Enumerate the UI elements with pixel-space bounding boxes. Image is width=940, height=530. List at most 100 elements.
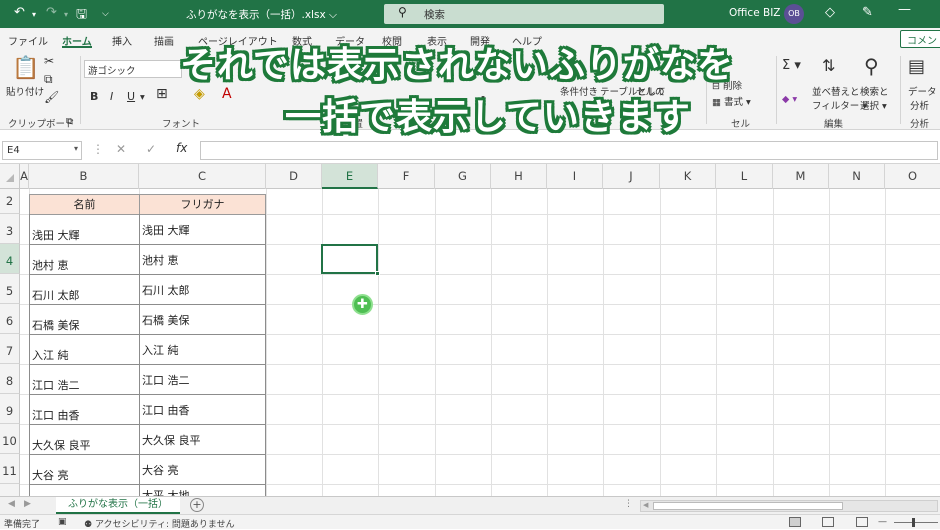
sheet-tabs-bar: ◀ ▶ ふりがな表示（一括） + ⋮ ◀ — [0, 496, 940, 514]
zoom-slider[interactable] — [894, 518, 938, 527]
insert-function-button[interactable]: fx — [176, 141, 187, 155]
table-border — [29, 454, 266, 455]
table-cell-name[interactable]: 大久保 良平 — [32, 437, 91, 453]
row-header-5[interactable]: 5 — [0, 274, 20, 304]
more-icon: ⋮ — [92, 142, 104, 156]
table-cell-name[interactable]: 池村 恵 — [32, 257, 69, 273]
gridline — [491, 189, 492, 497]
column-header-c[interactable]: C — [139, 164, 266, 189]
account-name[interactable]: Office BIZ — [729, 7, 780, 19]
formula-bar: E4 ▾ ⋮ ✕ ✓ fx — [0, 138, 940, 164]
header-furigana-cell[interactable]: フリガナ — [139, 194, 266, 215]
column-header-e[interactable]: E — [322, 164, 378, 189]
row-header-6[interactable]: 6 — [0, 304, 20, 334]
column-header-h[interactable]: H — [491, 164, 547, 189]
table-border — [29, 424, 266, 425]
column-header-n[interactable]: N — [829, 164, 885, 189]
save-icon[interactable]: 🖫 — [76, 5, 87, 27]
search-box[interactable]: ⚲ 検索 — [384, 4, 664, 24]
mouse-cursor-icon: ✚ — [352, 294, 373, 315]
gridline — [773, 189, 774, 497]
table-cell-furigana[interactable]: 大谷 亮 — [142, 462, 179, 478]
column-header-i[interactable]: I — [547, 164, 603, 189]
window-title[interactable]: ふりがなを表示（一括）.xlsx ⌵ — [186, 7, 337, 22]
customize-toolbar-icon[interactable]: ⌵ — [102, 9, 109, 19]
horizontal-scrollbar[interactable]: ◀ — [640, 500, 938, 512]
row-header-3[interactable]: 3 — [0, 214, 20, 244]
table-cell-furigana[interactable]: 池村 恵 — [142, 252, 179, 268]
enter-icon[interactable]: ✓ — [146, 142, 156, 156]
page-layout-view-icon[interactable] — [822, 517, 834, 527]
status-ready: 準備完了 — [4, 520, 41, 530]
more-icon[interactable]: ⋮ — [624, 499, 633, 509]
column-header-o[interactable]: O — [885, 164, 940, 189]
column-header-d[interactable]: D — [266, 164, 322, 189]
worksheet-grid[interactable]: A B C D E F G H I J K L M N O 2 3 4 5 6 … — [0, 164, 940, 497]
search-icon: ⚲ — [398, 5, 407, 19]
table-border — [29, 304, 266, 305]
normal-view-icon[interactable] — [789, 517, 801, 527]
gridline — [378, 189, 379, 497]
row-header-10[interactable]: 10 — [0, 424, 20, 454]
prev-sheet-icon[interactable]: ◀ — [8, 499, 15, 509]
scroll-left-icon[interactable]: ◀ — [643, 501, 648, 509]
column-header-f[interactable]: F — [378, 164, 435, 189]
undo-icon[interactable]: ↶ — [14, 5, 25, 20]
table-cell-name[interactable]: 江口 由香 — [32, 407, 80, 423]
row-header-2[interactable]: 2 — [0, 189, 20, 214]
table-cell-name[interactable]: 浅田 大輝 — [32, 227, 80, 243]
column-header-g[interactable]: G — [435, 164, 491, 189]
row-header-11[interactable]: 11 — [0, 454, 20, 484]
zoom-out-icon[interactable]: — — [878, 517, 887, 527]
row-header-7[interactable]: 7 — [0, 334, 20, 364]
pen-icon[interactable]: ✎ — [862, 5, 873, 20]
name-box[interactable]: E4 ▾ — [2, 141, 82, 160]
select-all-button[interactable] — [0, 164, 20, 189]
table-cell-name[interactable]: 石川 太郎 — [32, 287, 80, 303]
table-cell-name[interactable]: 石橋 美保 — [32, 317, 80, 333]
add-sheet-icon[interactable]: + — [190, 498, 204, 512]
sheet-tab[interactable]: ふりがな表示（一括） — [56, 497, 180, 514]
next-sheet-icon[interactable]: ▶ — [24, 499, 31, 509]
gridline — [885, 189, 886, 497]
formula-input[interactable] — [200, 141, 938, 160]
column-header-a[interactable]: A — [20, 164, 29, 189]
page-break-view-icon[interactable] — [856, 517, 868, 527]
row-header-8[interactable]: 8 — [0, 364, 20, 394]
table-cell-furigana[interactable]: 浅田 大輝 — [142, 222, 190, 238]
column-header-j[interactable]: J — [603, 164, 660, 189]
table-cell-furigana[interactable]: 入江 純 — [142, 342, 179, 358]
table-border — [29, 484, 266, 485]
gridline — [322, 189, 323, 497]
table-cell-name[interactable]: 入江 純 — [32, 347, 69, 363]
chevron-down-icon[interactable]: ▾ — [64, 10, 68, 19]
table-border — [29, 244, 266, 245]
table-cell-furigana[interactable]: 石川 太郎 — [142, 282, 190, 298]
table-cell-name[interactable]: 江口 浩二 — [32, 377, 80, 393]
column-header-m[interactable]: M — [773, 164, 829, 189]
table-cell-furigana[interactable]: 石橋 美保 — [142, 312, 190, 328]
column-header-k[interactable]: K — [660, 164, 716, 189]
avatar[interactable]: OB — [784, 4, 804, 24]
row-header-4[interactable]: 4 — [0, 244, 20, 274]
table-border — [29, 394, 266, 395]
active-cell-e4[interactable] — [321, 244, 380, 276]
fill-handle[interactable] — [375, 271, 380, 276]
gridline — [829, 189, 830, 497]
row-header-9[interactable]: 9 — [0, 394, 20, 424]
table-cell-furigana[interactable]: 江口 由香 — [142, 402, 190, 418]
scrollbar-thumb[interactable] — [653, 502, 843, 510]
redo-icon[interactable]: ↷ — [46, 5, 57, 20]
diamond-icon[interactable]: ◇ — [825, 5, 835, 20]
table-cell-furigana[interactable]: 大久保 良平 — [142, 432, 201, 448]
accessibility-status[interactable]: ⚉ アクセシビリティ: 問題ありません — [84, 517, 235, 530]
chevron-down-icon[interactable]: ▾ — [32, 10, 36, 19]
minimize-icon[interactable]: — — [898, 2, 911, 17]
column-header-b[interactable]: B — [29, 164, 139, 189]
table-cell-name[interactable]: 大谷 亮 — [32, 467, 69, 483]
macro-record-icon[interactable]: ▣ — [58, 517, 67, 527]
table-cell-furigana[interactable]: 江口 浩二 — [142, 372, 190, 388]
header-name-cell[interactable]: 名前 — [29, 194, 140, 215]
column-header-l[interactable]: L — [716, 164, 773, 189]
cancel-icon[interactable]: ✕ — [116, 142, 126, 156]
